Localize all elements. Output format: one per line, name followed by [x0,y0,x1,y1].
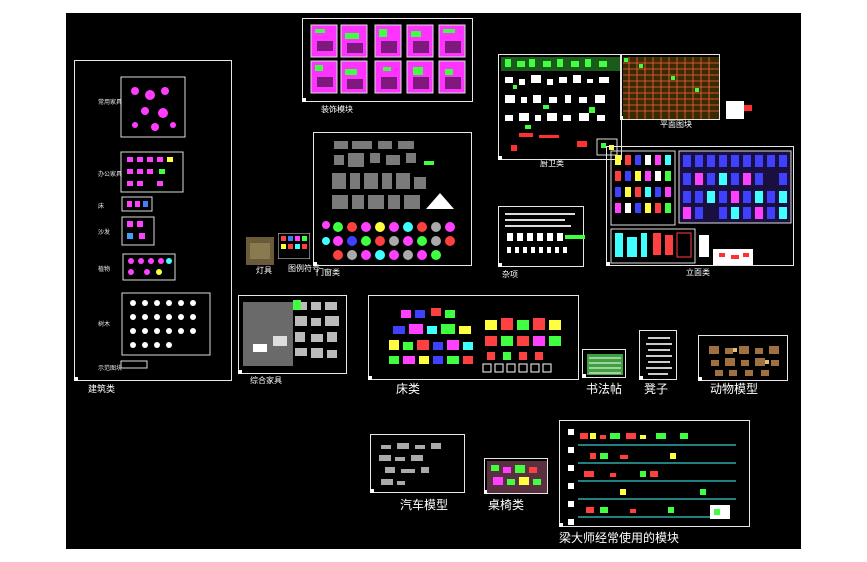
calligraphy-thumbnail [587,354,623,375]
architecture-thumbnails [120,76,211,369]
master-thumbnails [568,429,736,525]
side-label-2: 床 [98,203,105,210]
label-tables: 桌椅类 [488,498,525,512]
label-furniture: 综合家具 [250,376,282,385]
block-elevation[interactable] [606,146,794,266]
elevation-thumbnails [610,150,792,265]
lighting-thumbnail [246,237,274,265]
label-symbols: 图例符号 [288,264,320,273]
animals-thumbnail [709,346,779,376]
side-label-5: 树木 [98,321,111,328]
tables-thumbnail [487,461,547,493]
stool-thumbnail [646,337,672,375]
side-label-6: 示范图块 [98,365,123,372]
beds-thumbnails [389,308,561,373]
label-elevation: 立面类 [686,268,710,277]
block-tables[interactable] [484,458,548,494]
side-label-3: 沙发 [98,229,111,236]
plan-extra-symbol [726,101,752,119]
cars-thumbnail [379,443,441,485]
label-plan: 平面图块 [660,120,692,129]
block-calligraphy[interactable] [582,349,626,378]
plan-grid [623,57,719,119]
block-doors[interactable] [313,132,472,266]
label-decoration: 装饰模块 [321,105,353,114]
block-animals[interactable] [698,335,788,381]
decoration-thumbnails [310,24,466,94]
side-label-0: 常用家具 [98,99,123,106]
label-misc: 杂项 [502,270,518,279]
label-master: 梁大师经常使用的模块 [559,531,680,545]
label-beds: 床类 [396,382,421,396]
block-furniture[interactable] [238,295,347,374]
block-misc[interactable] [498,206,585,267]
side-label-1: 办公家具 [98,171,123,178]
label-lighting: 灯具 [256,266,272,275]
furniture-thumbnails [243,300,339,366]
cad-model-space[interactable]: 常用家具 办公家具 床 沙发 植物 树木 示范图块 建筑类 装饰模块 厨卫类 平… [66,13,801,549]
block-stool[interactable] [639,330,677,380]
label-animals: 动物模型 [710,382,759,396]
misc-thumbnails [505,213,585,253]
block-plan[interactable] [620,54,720,120]
side-label-4: 植物 [98,266,111,273]
block-decoration[interactable] [302,18,473,102]
label-bathroom: 厨卫类 [540,159,564,168]
label-cars: 汽车模型 [400,498,449,512]
doors-thumbnails [322,141,455,260]
block-architecture[interactable]: 常用家具 办公家具 床 沙发 植物 树木 示范图块 [74,60,232,381]
block-bathroom[interactable] [498,54,622,160]
block-cars[interactable] [370,434,465,493]
label-calligraphy: 书法帖 [586,382,623,396]
block-master[interactable] [559,420,750,527]
bathroom-thumbnails [501,57,621,156]
label-architecture: 建筑类 [88,385,116,395]
symbols-thumbnail [278,233,310,259]
label-stool: 凳子 [644,382,669,396]
block-beds[interactable] [368,295,579,380]
